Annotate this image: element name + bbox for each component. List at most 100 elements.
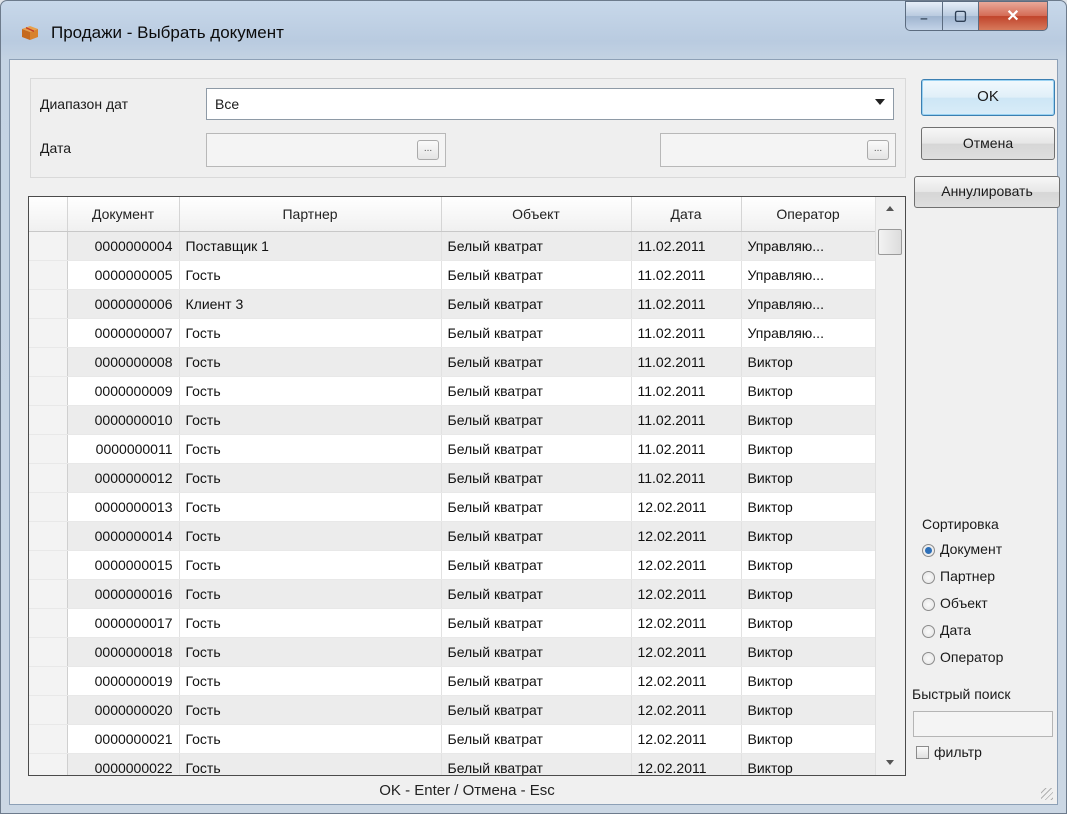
cell-partner[interactable]: Гость: [179, 666, 442, 696]
sort-option-operator[interactable]: Оператор: [922, 649, 1003, 671]
cell-object[interactable]: Белый кватрат: [441, 289, 632, 319]
cell-operator[interactable]: Виктор: [741, 463, 876, 493]
cell-document[interactable]: 0000000020: [67, 695, 180, 725]
table-row[interactable]: 0000000013 Гость Белый кватрат 12.02.2011 Ви…: [29, 492, 876, 522]
scroll-up-icon[interactable]: [886, 206, 894, 211]
table-row[interactable]: 0000000011 Гость Белый кватрат 11.02.2011 Ви…: [29, 434, 876, 464]
cell-document[interactable]: 0000000005: [67, 260, 180, 290]
cell-document[interactable]: 0000000019: [67, 666, 180, 696]
cell-object[interactable]: Белый кватрат: [441, 231, 632, 261]
cell-document[interactable]: 0000000006: [67, 289, 180, 319]
table-row[interactable]: 0000000010 Гость Белый кватрат 11.02.2011 Ви…: [29, 405, 876, 435]
ok-button[interactable]: OK: [921, 79, 1055, 116]
table-row[interactable]: 0000000022 Гость Белый кватрат 12.02.2011 Ви…: [29, 753, 876, 775]
radio-button[interactable]: [922, 624, 935, 638]
row-selector[interactable]: [29, 318, 68, 348]
cell-operator[interactable]: Управляю...: [741, 289, 876, 319]
cell-operator[interactable]: Управляю...: [741, 231, 876, 261]
sort-option-object[interactable]: Объект: [922, 595, 988, 617]
cell-partner[interactable]: Гость: [179, 579, 442, 609]
cell-document[interactable]: 0000000009: [67, 376, 180, 406]
cell-partner[interactable]: Гость: [179, 550, 442, 580]
row-selector[interactable]: [29, 724, 68, 754]
cell-partner[interactable]: Гость: [179, 434, 442, 464]
cell-object[interactable]: Белый кватрат: [441, 347, 632, 377]
cell-object[interactable]: Белый кватрат: [441, 521, 632, 551]
row-selector[interactable]: [29, 579, 68, 609]
cell-date[interactable]: 12.02.2011: [631, 753, 742, 775]
cell-partner[interactable]: Гость: [179, 492, 442, 522]
cell-date[interactable]: 11.02.2011: [631, 289, 742, 319]
cell-document[interactable]: 0000000021: [67, 724, 180, 754]
cell-partner[interactable]: Гость: [179, 695, 442, 725]
row-selector[interactable]: [29, 608, 68, 638]
cell-operator[interactable]: Виктор: [741, 579, 876, 609]
cell-operator[interactable]: Виктор: [741, 492, 876, 522]
cell-partner[interactable]: Гость: [179, 405, 442, 435]
row-selector[interactable]: [29, 695, 68, 725]
cell-object[interactable]: Белый кватрат: [441, 637, 632, 667]
minimize-button[interactable]: ‒: [905, 1, 943, 31]
table-row[interactable]: 0000000015 Гость Белый кватрат 12.02.2011 Ви…: [29, 550, 876, 580]
cell-partner[interactable]: Гость: [179, 463, 442, 493]
table-row[interactable]: 0000000009 Гость Белый кватрат 11.02.2011 Ви…: [29, 376, 876, 406]
cell-date[interactable]: 11.02.2011: [631, 405, 742, 435]
date-range-select[interactable]: Все: [206, 88, 894, 120]
documents-grid[interactable]: Документ Партнер Объект Дата Оператор 00…: [28, 196, 906, 776]
column-header-operator[interactable]: Оператор: [741, 197, 876, 232]
row-selector[interactable]: [29, 376, 68, 406]
table-row[interactable]: 0000000014 Гость Белый кватрат 12.02.2011 Ви…: [29, 521, 876, 551]
cell-document[interactable]: 0000000012: [67, 463, 180, 493]
cell-operator[interactable]: Виктор: [741, 434, 876, 464]
sort-option-partner[interactable]: Партнер: [922, 568, 995, 590]
cell-object[interactable]: Белый кватрат: [441, 666, 632, 696]
cell-partner[interactable]: Гость: [179, 260, 442, 290]
cell-partner[interactable]: Гость: [179, 724, 442, 754]
cell-object[interactable]: Белый кватрат: [441, 579, 632, 609]
cell-partner[interactable]: Гость: [179, 753, 442, 775]
table-row[interactable]: 0000000019 Гость Белый кватрат 12.02.2011 Ви…: [29, 666, 876, 696]
filter-checkbox[interactable]: [916, 746, 929, 759]
cell-document[interactable]: 0000000015: [67, 550, 180, 580]
row-selector[interactable]: [29, 550, 68, 580]
row-selector[interactable]: [29, 405, 68, 435]
cell-object[interactable]: Белый кватрат: [441, 376, 632, 406]
sort-option-document[interactable]: Документ: [922, 541, 1002, 563]
cell-date[interactable]: 12.02.2011: [631, 695, 742, 725]
cell-document[interactable]: 0000000007: [67, 318, 180, 348]
cell-object[interactable]: Белый кватрат: [441, 695, 632, 725]
table-row[interactable]: 0000000008 Гость Белый кватрат 11.02.2011 Ви…: [29, 347, 876, 377]
table-row[interactable]: 0000000007 Гость Белый кватрат 11.02.2011 Уп…: [29, 318, 876, 348]
cell-document[interactable]: 0000000004: [67, 231, 180, 261]
cell-date[interactable]: 12.02.2011: [631, 550, 742, 580]
cell-object[interactable]: Белый кватрат: [441, 405, 632, 435]
table-row[interactable]: 0000000005 Гость Белый кватрат 11.02.2011 Уп…: [29, 260, 876, 290]
row-selector[interactable]: [29, 231, 68, 261]
column-header-document[interactable]: Документ: [67, 197, 180, 232]
row-selector[interactable]: [29, 463, 68, 493]
annul-button[interactable]: Аннулировать: [914, 176, 1060, 208]
cell-date[interactable]: 11.02.2011: [631, 231, 742, 261]
cell-document[interactable]: 0000000014: [67, 521, 180, 551]
cell-object[interactable]: Белый кватрат: [441, 550, 632, 580]
cell-operator[interactable]: Управляю...: [741, 260, 876, 290]
cell-operator[interactable]: Виктор: [741, 521, 876, 551]
cell-document[interactable]: 0000000013: [67, 492, 180, 522]
date-to-picker-button[interactable]: ...: [867, 140, 889, 160]
maximize-button[interactable]: ▢: [942, 1, 979, 31]
cell-partner[interactable]: Гость: [179, 318, 442, 348]
cell-operator[interactable]: Виктор: [741, 376, 876, 406]
cell-date[interactable]: 11.02.2011: [631, 463, 742, 493]
table-row[interactable]: 0000000017 Гость Белый кватрат 12.02.2011 Ви…: [29, 608, 876, 638]
cell-document[interactable]: 0000000022: [67, 753, 180, 775]
table-row[interactable]: 0000000012 Гость Белый кватрат 11.02.2011 Ви…: [29, 463, 876, 493]
cell-operator[interactable]: Виктор: [741, 753, 876, 775]
radio-button[interactable]: [922, 597, 935, 611]
cell-operator[interactable]: Управляю...: [741, 318, 876, 348]
vertical-scrollbar[interactable]: [875, 197, 905, 775]
column-header-date[interactable]: Дата: [631, 197, 742, 232]
row-selector[interactable]: [29, 434, 68, 464]
table-row[interactable]: 0000000006 Клиент 3 Белый кватрат 11.02.201…: [29, 289, 876, 319]
row-selector[interactable]: [29, 492, 68, 522]
table-row[interactable]: 0000000020 Гость Белый кватрат 12.02.2011 Ви…: [29, 695, 876, 725]
